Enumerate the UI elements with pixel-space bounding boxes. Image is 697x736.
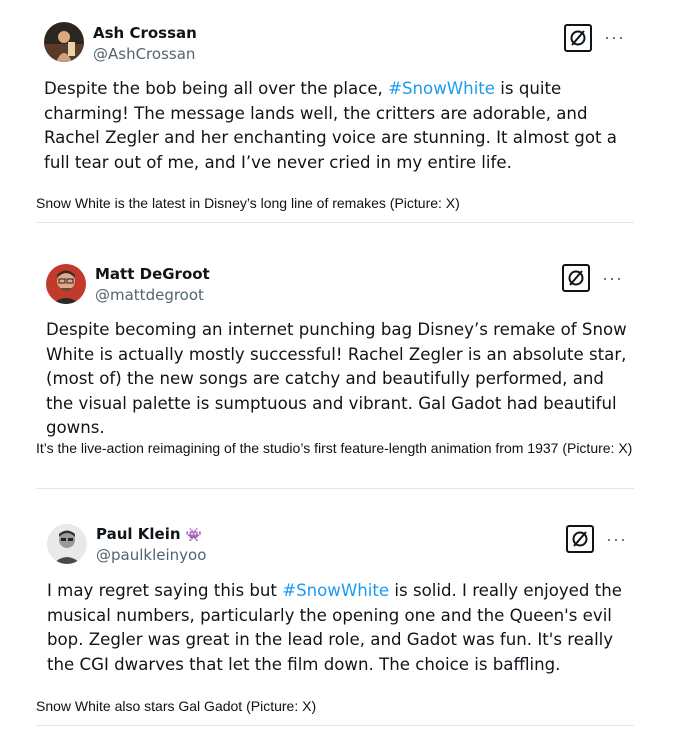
tweet-text: Despite becoming an internet punching ba… (46, 320, 627, 437)
tweet-card: Matt DeGroot @mattdegroot ··· Despite be… (36, 258, 636, 437)
image-caption: It’s the live-action reimagining of the … (36, 440, 633, 456)
alien-monster-emoji: 👾 (185, 528, 202, 543)
x-logo-icon[interactable] (566, 525, 594, 553)
author-name[interactable]: Paul Klein 👾 (96, 525, 202, 543)
tweet-card: Ash Crossan @AshCrossan ··· Despite the … (36, 18, 636, 178)
tweet-text: I may regret saying this but #SnowWhite … (47, 579, 632, 677)
more-options-icon[interactable]: ··· (604, 28, 625, 46)
hashtag-link[interactable]: #SnowWhite (388, 79, 495, 98)
hashtag-link[interactable]: #SnowWhite (282, 581, 389, 600)
author-name-text: Paul Klein (96, 525, 181, 543)
avatar[interactable] (44, 22, 84, 62)
divider (36, 488, 634, 489)
divider (36, 222, 634, 223)
tweet-text-part: Despite the bob being all over the place… (44, 79, 389, 98)
more-options-icon[interactable]: ··· (602, 269, 623, 287)
divider (36, 725, 634, 726)
author-name[interactable]: Ash Crossan (93, 24, 197, 42)
author-handle[interactable]: @mattdegroot (95, 286, 204, 304)
x-logo-icon[interactable] (562, 264, 590, 292)
tweet-card: Paul Klein 👾 @paulkleinyoo ··· I may reg… (36, 518, 636, 683)
avatar[interactable] (46, 264, 86, 304)
image-caption: Snow White also stars Gal Gadot (Picture… (36, 698, 317, 714)
tweet-text: Despite the bob being all over the place… (44, 77, 632, 175)
author-handle[interactable]: @AshCrossan (93, 45, 195, 63)
author-handle[interactable]: @paulkleinyoo (96, 546, 206, 564)
more-options-icon[interactable]: ··· (606, 530, 627, 548)
avatar[interactable] (47, 524, 87, 564)
image-caption: Snow White is the latest in Disney’s lon… (36, 195, 460, 211)
x-logo-icon[interactable] (564, 24, 592, 52)
tweet-text-part: I may regret saying this but (47, 581, 283, 600)
author-name[interactable]: Matt DeGroot (95, 265, 210, 283)
